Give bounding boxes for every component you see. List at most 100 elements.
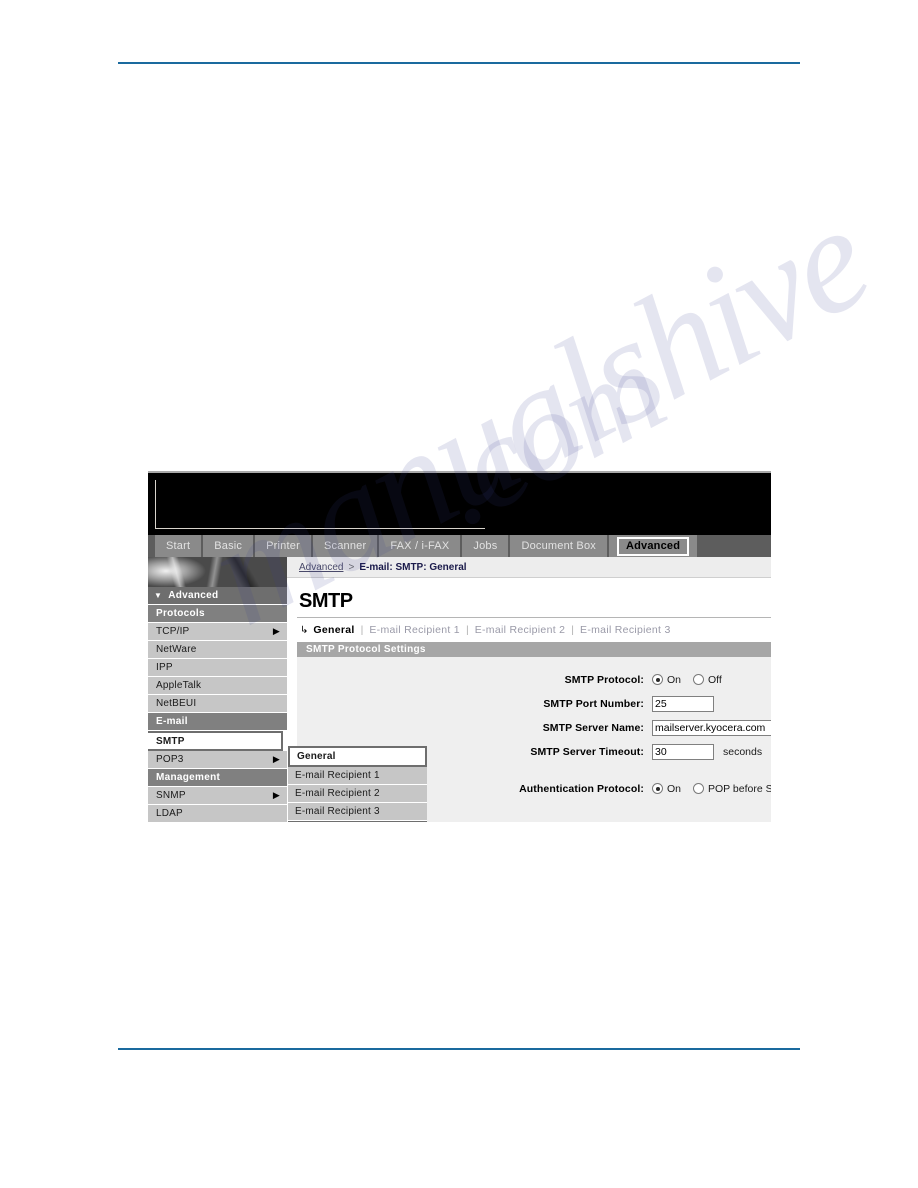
tab-fax-ifax-label: FAX / i-FAX (390, 540, 450, 552)
smtp-protocol-label: SMTP Protocol: (564, 673, 644, 686)
subtab-general[interactable]: General (313, 624, 354, 636)
banner-rule-horizontal (155, 528, 485, 529)
smtp-protocol-control: On Off (652, 674, 734, 686)
subtab-divider: | (571, 624, 575, 636)
smtp-port-number-label: SMTP Port Number: (543, 697, 644, 710)
smtp-server-name-label: SMTP Server Name: (542, 721, 644, 734)
breadcrumb: Advanced > E-mail: SMTP: General (287, 557, 771, 578)
sidebar-item-pop3[interactable]: POP3 ▶ (148, 751, 287, 769)
tab-fax-ifax[interactable]: FAX / i-FAX (379, 535, 463, 557)
smtp-protocol-radio-off[interactable]: Off (693, 674, 722, 686)
smtp-submenu-flyout: General E-mail Recipient 1 E-mail Recipi… (288, 746, 427, 822)
breadcrumb-link-advanced[interactable]: Advanced (299, 562, 343, 573)
flyout-item-email-recipient-3[interactable]: E-mail Recipient 3 (288, 803, 427, 821)
device-photo-thumbnail (148, 557, 287, 587)
tab-bar-spacer (148, 535, 155, 557)
breadcrumb-current: E-mail: SMTP: General (359, 561, 467, 573)
page-title: SMTP (299, 590, 353, 612)
tab-basic[interactable]: Basic (203, 535, 256, 557)
chevron-down-icon: ▼ (154, 590, 163, 600)
authentication-protocol-control: On POP before S (652, 783, 771, 795)
sidebar-header-management-label: Management (156, 772, 221, 783)
authentication-protocol-radio-group: On POP before S (652, 783, 771, 795)
sidebar-item-pop3-label: POP3 (156, 754, 184, 765)
banner-rule-vertical (155, 480, 156, 529)
document-page: manualshive .com Start Basic Printer Sca… (0, 0, 918, 1188)
section-header-label: SMTP Protocol Settings (306, 644, 426, 655)
sidebar-item-ipp-label: IPP (156, 662, 173, 673)
sidebar-item-tcpip[interactable]: TCP/IP ▶ (148, 623, 287, 641)
smtp-protocol-radio-on-label: On (667, 673, 682, 686)
sidebar-item-netbeui-label: NetBEUI (156, 698, 197, 709)
form-row-smtp-port-number: SMTP Port Number: 25 (297, 695, 771, 712)
sidebar-item-smtp[interactable]: SMTP (148, 731, 283, 751)
sidebar-item-netbeui[interactable]: NetBEUI (148, 695, 287, 713)
sidebar-item-snmp-label: SNMP (156, 790, 186, 801)
subtab-email-recipient-1[interactable]: E-mail Recipient 1 (369, 624, 460, 636)
sidebar: ▼ Advanced Protocols TCP/IP ▶ NetWare IP… (148, 557, 287, 822)
section-header-smtp-protocol-settings: SMTP Protocol Settings (297, 642, 771, 657)
tab-printer-label: Printer (266, 540, 300, 552)
authentication-protocol-radio-pop-before-smtp[interactable]: POP before S (693, 783, 771, 795)
subtab-email-recipient-3[interactable]: E-mail Recipient 3 (580, 624, 671, 636)
sidebar-header-protocols: Protocols (148, 605, 287, 623)
page-rule-top (118, 62, 800, 64)
smtp-protocol-radio-on[interactable]: On (652, 674, 681, 686)
smtp-port-number-input[interactable]: 25 (652, 695, 714, 712)
flyout-item-general[interactable]: General (288, 746, 427, 767)
flyout-item-email-recipient-2[interactable]: E-mail Recipient 2 (288, 785, 427, 803)
tab-advanced[interactable]: Advanced (608, 535, 700, 557)
smtp-server-timeout-input[interactable]: 30 (652, 743, 714, 760)
subtab-email-recipient-2[interactable]: E-mail Recipient 2 (475, 624, 566, 636)
smtp-protocol-radio-off-label: Off (708, 673, 722, 686)
flyout-item-email-recipient-1[interactable]: E-mail Recipient 1 (288, 767, 427, 785)
embedded-screenshot: Start Basic Printer Scanner FAX / i-FAX … (148, 471, 771, 822)
tab-document-box[interactable]: Document Box (510, 535, 609, 557)
smtp-server-timeout-control: 30 seconds (652, 743, 762, 760)
radio-unchecked-icon (693, 674, 705, 685)
sidebar-root-advanced[interactable]: ▼ Advanced (148, 587, 287, 605)
smtp-protocol-radio-group: On Off (652, 674, 734, 686)
smtp-port-number-control: 25 (652, 695, 714, 712)
radio-unchecked-icon (693, 783, 705, 794)
authentication-protocol-radio-pop-before-smtp-label: POP before S (708, 782, 771, 795)
subtab-divider: | (465, 624, 469, 636)
sidebar-header-protocols-label: Protocols (156, 608, 205, 619)
smtp-server-name-input[interactable]: mailserver.kyocera.com (652, 719, 771, 736)
tab-basic-label: Basic (214, 540, 243, 552)
flyout-item-email-recipient-2-label: E-mail Recipient 2 (295, 788, 380, 799)
tab-start[interactable]: Start (155, 535, 204, 557)
form-row-smtp-server-name: SMTP Server Name: mailserver.kyocera.com (297, 719, 771, 736)
sidebar-item-appletalk-label: AppleTalk (156, 680, 202, 691)
flyout-item-email-recipient-3-label: E-mail Recipient 3 (295, 806, 380, 817)
tab-start-label: Start (166, 540, 191, 552)
tab-advanced-label: Advanced (616, 536, 690, 556)
tab-scanner[interactable]: Scanner (312, 535, 380, 557)
command-center-banner (148, 473, 771, 535)
authentication-protocol-radio-on-label: On (667, 782, 682, 795)
sidebar-header-email: E-mail (148, 713, 287, 731)
sidebar-item-ldap[interactable]: LDAP (148, 805, 287, 822)
sidebar-item-appletalk[interactable]: AppleTalk (148, 677, 287, 695)
sidebar-item-smtp-label: SMTP (156, 735, 185, 747)
chevron-right-icon: ▶ (272, 626, 280, 636)
radio-checked-icon (652, 674, 663, 685)
sidebar-item-snmp[interactable]: SNMP ▶ (148, 787, 287, 805)
authentication-protocol-radio-on[interactable]: On (652, 783, 681, 795)
sidebar-item-tcpip-label: TCP/IP (156, 626, 190, 637)
sidebar-item-netware-label: NetWare (156, 644, 197, 655)
sidebar-item-ipp[interactable]: IPP (148, 659, 287, 677)
sidebar-root-label: Advanced (168, 590, 219, 601)
sidebar-header-email-label: E-mail (156, 716, 188, 727)
sub-tab-nav: ↳ General | E-mail Recipient 1 | E-mail … (297, 618, 771, 642)
tab-jobs[interactable]: Jobs (462, 535, 511, 557)
chevron-right-icon: ▶ (272, 754, 280, 764)
breadcrumb-separator: > (348, 561, 355, 573)
tab-jobs-label: Jobs (473, 540, 498, 552)
arrow-marker-icon: ↳ (300, 624, 309, 636)
tab-printer[interactable]: Printer (255, 535, 313, 557)
page-rule-bottom (118, 1048, 800, 1050)
flyout-item-general-label: General (297, 751, 336, 762)
sidebar-item-netware[interactable]: NetWare (148, 641, 287, 659)
subtab-divider: | (360, 624, 364, 636)
